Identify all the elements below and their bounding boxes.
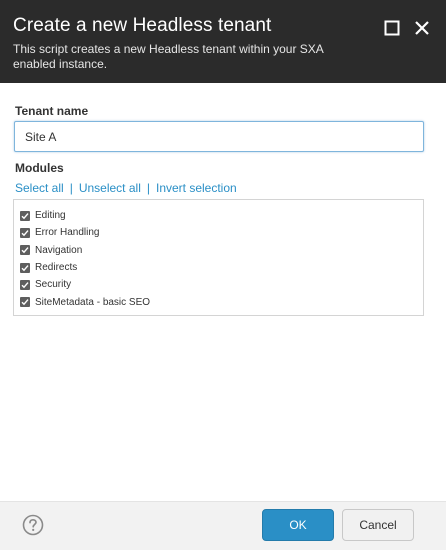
checkbox-checked-icon[interactable] — [20, 227, 30, 238]
module-list: Editing Error Handling Navigation Redire… — [13, 199, 424, 316]
invert-selection-link[interactable]: Invert selection — [156, 181, 237, 195]
module-item-security[interactable]: Security — [14, 276, 423, 293]
module-item-editing[interactable]: Editing — [14, 207, 423, 224]
module-label: Redirects — [35, 262, 78, 274]
dialog-subtitle: This script creates a new Headless tenan… — [13, 42, 324, 71]
checkbox-checked-icon[interactable] — [20, 262, 30, 273]
module-label: SiteMetadata - basic SEO — [35, 296, 151, 308]
module-item-error-handling[interactable]: Error Handling — [14, 224, 423, 241]
dialog-body: Tenant name Modules Select all | Unselect … — [0, 83, 446, 501]
link-separator: | — [69, 181, 73, 195]
select-all-link[interactable]: Select all — [15, 181, 64, 195]
close-button[interactable] — [411, 17, 433, 39]
module-label: Editing — [35, 210, 66, 222]
link-separator: | — [146, 181, 150, 195]
maximize-button[interactable] — [381, 17, 403, 39]
module-label: Error Handling — [35, 227, 100, 239]
help-icon[interactable] — [22, 514, 44, 536]
module-label: Navigation — [35, 244, 83, 256]
maximize-icon — [384, 20, 400, 36]
ok-button[interactable]: OK — [262, 509, 334, 541]
cancel-button[interactable]: Cancel — [342, 509, 414, 541]
tenant-name-input[interactable] — [14, 121, 424, 152]
dialog-footer: OK Cancel — [0, 501, 446, 550]
module-item-navigation[interactable]: Navigation — [14, 242, 423, 259]
selection-links: Select all | Unselect all | Invert selection — [15, 181, 237, 195]
tenant-name-label: Tenant name — [15, 104, 89, 118]
checkbox-checked-icon[interactable] — [20, 210, 30, 221]
module-item-sitemetadata[interactable]: SiteMetadata - basic SEO — [14, 293, 423, 310]
unselect-all-link[interactable]: Unselect all — [79, 181, 141, 195]
checkbox-checked-icon[interactable] — [20, 297, 30, 308]
checkbox-checked-icon[interactable] — [20, 245, 30, 256]
close-icon — [415, 21, 429, 35]
modules-label: Modules — [15, 161, 64, 175]
checkbox-checked-icon[interactable] — [20, 279, 30, 290]
module-label: Security — [35, 279, 72, 291]
dialog-title: Create a new Headless tenant — [13, 15, 272, 36]
dialog-title-bar: Create a new Headless tenant This script… — [0, 0, 446, 83]
module-item-redirects[interactable]: Redirects — [14, 259, 423, 276]
